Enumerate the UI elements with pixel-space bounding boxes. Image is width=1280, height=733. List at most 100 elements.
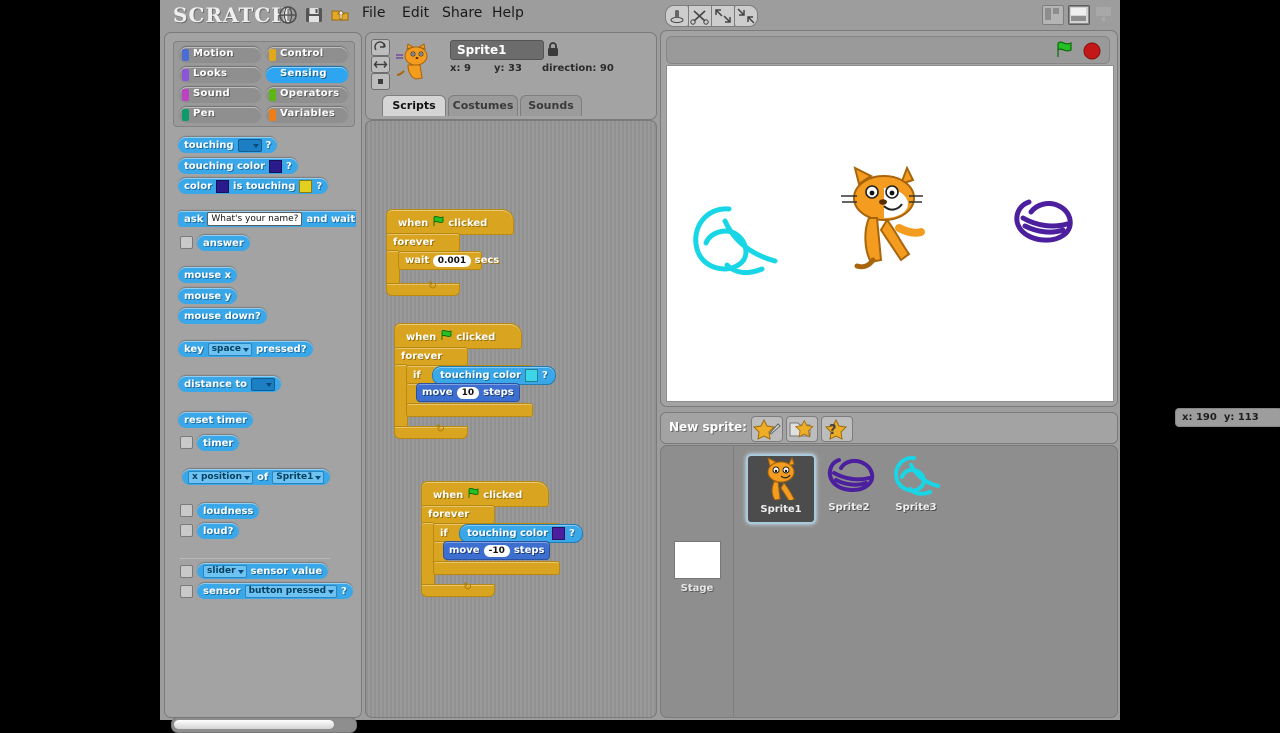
color-swatch[interactable] (552, 527, 566, 540)
block-ask-and-wait[interactable]: ask What's your name? and wait (178, 211, 356, 227)
touching-target-dropdown[interactable] (237, 138, 262, 152)
move-steps-block-2[interactable]: move 10 steps (416, 383, 520, 402)
block-timer[interactable]: timer (197, 435, 240, 451)
wait-block-1[interactable]: wait 0.001 secs (398, 251, 499, 270)
green-flag-icon (433, 216, 444, 226)
sensor-slider-dropdown[interactable]: slider (203, 564, 247, 578)
svg-text:?: ? (829, 423, 837, 438)
block-color-is-touching[interactable]: color is touching ? (178, 178, 329, 194)
cyan-scribble-sprite[interactable] (687, 201, 797, 286)
key-dropdown[interactable]: space (207, 342, 252, 356)
category-looks[interactable]: Looks (179, 67, 261, 83)
menu-file[interactable]: File (362, 5, 385, 21)
scratch-logo: SCRATCH (173, 3, 292, 27)
scratch-cat-sprite[interactable] (839, 166, 934, 276)
block-mouse-x[interactable]: mouse x (178, 267, 238, 283)
forever-label-1: forever (393, 237, 435, 248)
tab-sounds[interactable]: Sounds (520, 95, 582, 116)
category-selector: Motion Control Looks Sensing Sound Opera… (173, 41, 355, 127)
sprite1-label: Sprite1 (760, 504, 802, 515)
do-not-rotate-button[interactable] (371, 73, 390, 90)
block-touching[interactable]: touching ? (178, 137, 278, 153)
block-sensor-pressed[interactable]: sensor button pressed ? (197, 583, 353, 599)
normal-stage-view-button[interactable] (1068, 5, 1090, 25)
block-loud[interactable]: loud? (197, 523, 240, 539)
block-sensor-value[interactable]: slider sensor value (197, 563, 329, 579)
palette-horizontal-scrollbar[interactable] (171, 717, 357, 733)
watcher-checkbox-timer[interactable] (180, 436, 193, 449)
tab-costumes[interactable]: Costumes (448, 95, 518, 116)
scrollbar-thumb[interactable] (174, 720, 334, 729)
block-loudness[interactable]: loudness (197, 503, 260, 519)
category-pen[interactable]: Pen (179, 107, 261, 123)
purple-scribble-sprite[interactable] (1009, 196, 1079, 251)
color-swatch-a[interactable] (216, 179, 230, 193)
sprite-x-label: x: 9 (450, 63, 471, 74)
save-icon[interactable] (304, 5, 324, 25)
flip-left-right-button[interactable] (371, 56, 390, 73)
category-sensing[interactable]: Sensing (266, 67, 348, 83)
block-answer[interactable]: answer (197, 235, 250, 251)
stage-canvas[interactable] (666, 65, 1114, 402)
duplicate-tool-button[interactable] (665, 5, 689, 27)
watcher-checkbox-sensor-pressed[interactable] (180, 585, 193, 598)
tab-scripts[interactable]: Scripts (382, 95, 446, 116)
move-steps-block-3[interactable]: move -10 steps (443, 541, 551, 560)
menu-edit[interactable]: Edit (402, 5, 429, 21)
block-mouse-y[interactable]: mouse y (178, 288, 238, 304)
color-swatch[interactable] (525, 369, 539, 382)
shrink-tool-button[interactable] (734, 5, 758, 27)
sprite-cell-sprite1[interactable]: Sprite1 (746, 454, 816, 524)
move-steps-input[interactable]: 10 (456, 386, 480, 399)
distance-target-dropdown[interactable] (251, 377, 276, 391)
category-control[interactable]: Control (266, 47, 348, 63)
category-operators[interactable]: Operators (266, 87, 348, 103)
stop-button[interactable] (1083, 42, 1101, 60)
color-swatch[interactable] (269, 159, 283, 173)
random-sprite-button[interactable]: ? (821, 416, 853, 442)
category-sound[interactable]: Sound (179, 87, 261, 103)
category-motion[interactable]: Motion (179, 47, 261, 63)
watcher-checkbox-loud[interactable] (180, 524, 193, 537)
block-mouse-down[interactable]: mouse down? (178, 308, 267, 324)
rotate-freely-button[interactable] (371, 39, 390, 56)
sprite-cell-sprite3[interactable]: Sprite3 (883, 454, 949, 520)
paint-new-sprite-button[interactable] (751, 416, 783, 442)
block-palette-panel: Motion Control Looks Sensing Sound Opera… (164, 32, 362, 733)
ask-text-input[interactable]: What's your name? (207, 212, 303, 226)
menu-help[interactable]: Help (492, 5, 524, 21)
small-stage-view-button[interactable] (1042, 5, 1064, 25)
attribute-dropdown[interactable]: x position (188, 470, 253, 484)
block-attribute-of[interactable]: x position of Sprite1 (182, 469, 331, 485)
block-key-pressed[interactable]: key space pressed? (178, 341, 313, 357)
wait-seconds-input[interactable]: 0.001 (432, 255, 472, 267)
sensor-button-dropdown[interactable]: button pressed (244, 584, 338, 598)
color-swatch-b[interactable] (299, 179, 313, 193)
watcher-checkbox-sensor-value[interactable] (180, 565, 193, 578)
loop-arrow-3: ↻ (463, 580, 473, 593)
globe-icon[interactable] (278, 5, 298, 25)
watcher-checkbox-answer[interactable] (180, 236, 193, 249)
object-dropdown[interactable]: Sprite1 (272, 470, 325, 484)
stage-corral-cell[interactable]: Stage (669, 541, 725, 611)
green-flag-button[interactable] (1055, 41, 1075, 59)
open-sprite-file-button[interactable] (786, 416, 818, 442)
watcher-checkbox-loudness[interactable] (180, 504, 193, 517)
grow-tool-button[interactable] (711, 5, 735, 27)
scissors-tool-button[interactable] (688, 5, 712, 27)
sprite-name-field[interactable]: Sprite1 (450, 40, 544, 60)
move-steps-input[interactable]: -10 (483, 544, 510, 557)
new-sprite-bar: New sprite: ? (660, 412, 1118, 444)
block-reset-timer[interactable]: reset timer (178, 412, 254, 428)
open-project-icon[interactable] (330, 5, 350, 25)
scripts-area[interactable]: when clicked forever ↻ wait 0.001 secs w… (365, 120, 657, 718)
sprite-cell-sprite2[interactable]: Sprite2 (816, 454, 882, 520)
menu-share[interactable]: Share (442, 5, 482, 21)
category-variables[interactable]: Variables (266, 107, 348, 123)
forever-foot-3 (421, 584, 495, 597)
presentation-view-button[interactable] (1094, 5, 1114, 23)
block-distance-to[interactable]: distance to (178, 376, 282, 392)
block-touching-color[interactable]: touching color ? (178, 158, 298, 174)
hat-label-2: when clicked (406, 330, 496, 343)
lock-icon[interactable] (546, 41, 560, 57)
